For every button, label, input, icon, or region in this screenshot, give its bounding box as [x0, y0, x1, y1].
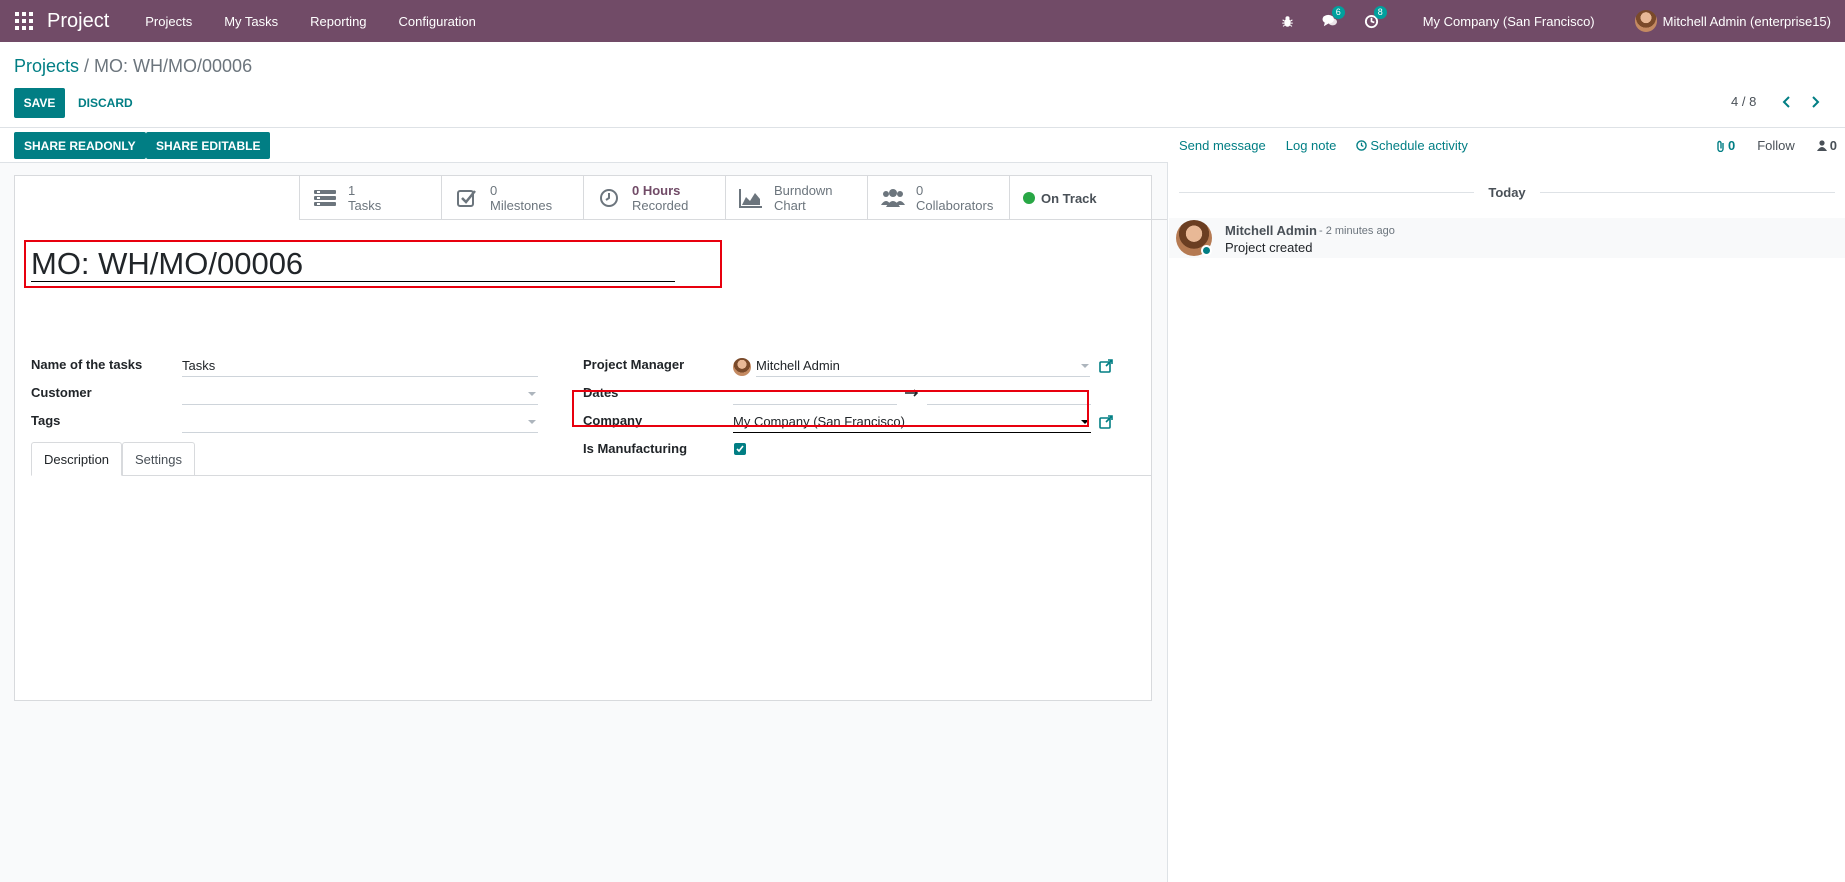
tags-select[interactable] — [182, 412, 538, 433]
area-chart-icon — [739, 186, 763, 210]
menu-projects[interactable]: Projects — [129, 14, 208, 29]
milestones-count: 0 — [490, 183, 498, 198]
tasks-smart-button[interactable]: 1 Tasks — [299, 176, 441, 220]
send-message-button[interactable]: Send message — [1179, 138, 1266, 153]
name-of-tasks-label: Name of the tasks — [31, 357, 143, 372]
collaborators-count: 0 — [916, 183, 924, 198]
chevron-down-icon — [528, 392, 536, 396]
share-readonly-button[interactable]: SHARE READONLY — [14, 132, 146, 159]
project-status-button[interactable]: On Track — [1009, 176, 1151, 220]
pager-value[interactable]: 4 / 8 — [1731, 94, 1756, 109]
chevron-down-icon — [528, 420, 536, 424]
highlight-box-manufacturing — [572, 390, 1089, 427]
collaborators-smart-button[interactable]: 0 Collaborators — [867, 176, 1009, 220]
paperclip-icon — [1717, 140, 1724, 152]
milestones-smart-button[interactable]: 0 Milestones — [441, 176, 583, 220]
form-view: SHARE READONLY SHARE EDITABLE 1 Tasks 0 Mi… — [0, 128, 1168, 882]
burndown-chart-smart-button[interactable]: Burndown Chart — [725, 176, 867, 220]
follow-button[interactable]: Follow — [1757, 138, 1795, 153]
hours-count: 0 Hours — [632, 183, 681, 198]
customer-select[interactable] — [182, 384, 538, 405]
save-button[interactable]: SAVE — [14, 88, 65, 118]
manager-avatar — [733, 357, 751, 376]
menu-configuration[interactable]: Configuration — [383, 14, 492, 29]
breadcrumb-projects-link[interactable]: Projects — [14, 56, 79, 76]
tab-description[interactable]: Description — [31, 442, 123, 476]
status-label: On Track — [1041, 190, 1097, 206]
user-name: Mitchell Admin (enterprise15) — [1662, 13, 1831, 29]
activities-clock-icon[interactable]: 8 — [1361, 0, 1387, 42]
form-statusbar: SHARE READONLY SHARE EDITABLE — [0, 128, 1168, 163]
today-label: Today — [1488, 184, 1526, 200]
chatter-topbar: Send message Log note Schedule activity … — [1169, 128, 1845, 163]
attachments-button[interactable]: 0 — [1716, 138, 1735, 153]
schedule-activity-button[interactable]: Schedule activity — [1356, 138, 1468, 153]
log-note-button[interactable]: Log note — [1286, 138, 1337, 153]
top-navbar: Project Projects My Tasks Reporting Conf… — [0, 0, 1845, 42]
breadcrumb: Projects / MO: WH/MO/00006 — [14, 56, 252, 77]
smart-button-box: 1 Tasks 0 Milestones 0 Hours Recorded Burnd… — [299, 176, 1167, 220]
clock-icon — [1356, 140, 1368, 151]
message-body: Project created — [1225, 240, 1313, 255]
tags-label: Tags — [31, 413, 61, 428]
breadcrumb-current: MO: WH/MO/00006 — [94, 56, 253, 76]
tasks-icon — [313, 186, 337, 210]
burndown-label-line2: Chart — [774, 198, 806, 213]
user-menu[interactable]: Mitchell Admin (enterprise15) — [1634, 10, 1831, 32]
message-date: - 2 minutes ago — [1319, 225, 1395, 237]
status-dot-icon — [1023, 192, 1035, 204]
hours-recorded-smart-button[interactable]: 0 Hours Recorded — [583, 176, 725, 220]
share-editable-button[interactable]: SHARE EDITABLE — [146, 132, 271, 159]
chatter-message: Mitchell Admin - 2 minutes ago Project c… — [1169, 218, 1845, 258]
collaborators-label: Collaborators — [916, 198, 994, 213]
tasks-count: 1 — [348, 183, 356, 198]
app-menu-icon[interactable] — [14, 11, 34, 31]
discard-button[interactable]: DISCARD — [78, 88, 133, 118]
messages-badge: 6 — [1331, 6, 1345, 19]
project-manager-label: Project Manager — [583, 357, 685, 372]
chatter-panel: Send message Log note Schedule activity … — [1169, 128, 1845, 882]
debug-bug-icon[interactable] — [1277, 0, 1299, 42]
highlight-box-title — [24, 240, 722, 288]
clock-icon — [597, 186, 621, 210]
form-sheet: 1 Tasks 0 Milestones 0 Hours Recorded Burnd… — [14, 175, 1167, 701]
breadcrumb-separator: / — [79, 56, 95, 76]
tasks-label: Tasks — [348, 198, 382, 213]
tab-settings[interactable]: Settings — [122, 442, 195, 476]
users-icon — [881, 186, 905, 210]
user-avatar — [1634, 10, 1657, 32]
user-icon — [1816, 140, 1827, 151]
project-manager-select[interactable]: Mitchell Admin — [733, 356, 1091, 377]
company-switcher[interactable]: My Company (San Francisco) — [1423, 14, 1595, 29]
menu-my-tasks[interactable]: My Tasks — [208, 14, 294, 29]
app-brand[interactable]: Project — [47, 10, 109, 33]
customer-label: Customer — [31, 385, 92, 400]
check-square-icon — [455, 186, 479, 210]
followers-button[interactable]: 0 — [1816, 138, 1837, 153]
date-separator: Today — [1179, 184, 1836, 200]
pager-next-icon[interactable] — [1806, 92, 1824, 112]
name-of-tasks-input[interactable]: Tasks — [182, 356, 538, 377]
notebook-tabs: Description Settings — [31, 442, 1152, 476]
hours-label: Recorded — [632, 198, 689, 213]
menu-reporting[interactable]: Reporting — [294, 14, 382, 29]
messages-icon[interactable]: 6 — [1319, 0, 1345, 42]
external-link-icon[interactable] — [1099, 415, 1113, 429]
activities-badge: 8 — [1373, 6, 1387, 19]
pager-previous-icon[interactable] — [1778, 92, 1796, 112]
milestones-label: Milestones — [490, 198, 553, 213]
external-link-icon[interactable] — [1099, 359, 1113, 373]
control-panel: Projects / MO: WH/MO/00006 SAVE DISCARD … — [0, 42, 1845, 128]
chevron-down-icon — [1081, 364, 1089, 368]
online-status-icon — [1201, 245, 1212, 256]
message-author[interactable]: Mitchell Admin — [1225, 223, 1317, 238]
burndown-label-line1: Burndown — [774, 183, 833, 198]
